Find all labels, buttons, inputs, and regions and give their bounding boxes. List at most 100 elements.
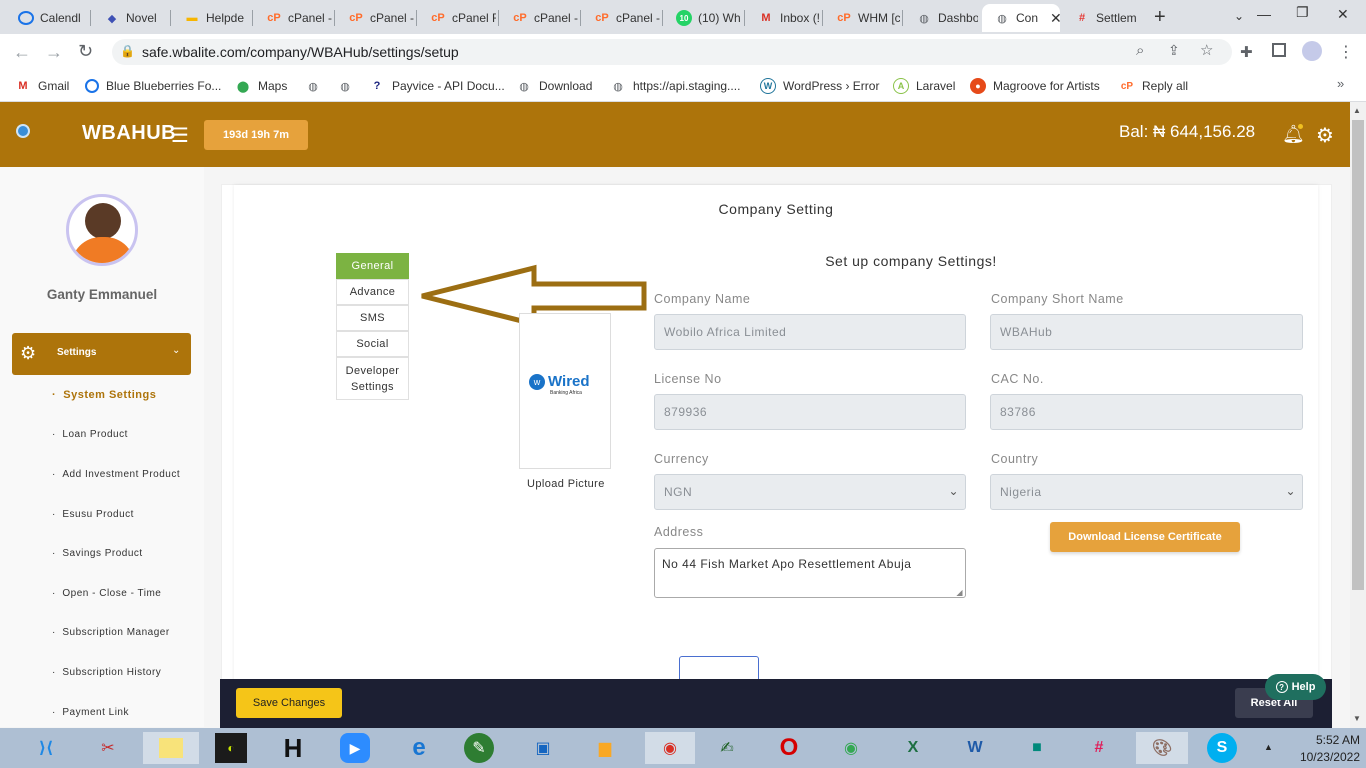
country-select[interactable]: Nigeria ⌄ [990, 474, 1303, 510]
bookmark-api-staging[interactable]: ◍ https://api.staging.... [610, 77, 740, 95]
save-changes-button[interactable]: Save Changes [236, 688, 342, 718]
sidebar-subitem-add-investment[interactable]: · Add Investment Product [52, 469, 180, 480]
minimize-button[interactable]: — [1257, 6, 1271, 22]
currency-select[interactable]: NGN ⌄ [654, 474, 966, 510]
tab-general[interactable]: General [336, 253, 409, 279]
bookmark-payvice[interactable]: ? Payvice - API Docu... [369, 77, 505, 95]
sticky-notes-icon[interactable] [143, 732, 199, 764]
browser-tab[interactable]: 10 (10) Wh [664, 4, 742, 32]
mtn-icon[interactable]: ◐ [215, 733, 247, 763]
file-explorer-icon[interactable]: ▆ [588, 732, 622, 764]
bookmark-laravel[interactable]: A Laravel [893, 77, 955, 95]
settings-gear-icon[interactable]: ⚙ [1316, 123, 1334, 148]
tab-social[interactable]: Social [336, 331, 409, 357]
browser-tab[interactable]: cP cPanel F [418, 4, 496, 32]
browser-tab[interactable]: cP cPanel - [582, 4, 660, 32]
extensions-icon[interactable]: ✚ [1240, 43, 1253, 61]
back-icon[interactable]: ← [13, 42, 31, 63]
notepad-icon[interactable]: ✍ [710, 732, 744, 764]
snipping-tool-icon[interactable]: ✂ [91, 732, 125, 764]
scroll-up-icon[interactable]: ▲ [1353, 106, 1361, 115]
scrollbar-thumb[interactable] [1352, 120, 1364, 590]
tab-sms[interactable]: SMS [336, 305, 409, 331]
vscode-icon[interactable]: ⟩⟨ [29, 732, 63, 764]
bookmark-gmail[interactable]: M Gmail [15, 77, 69, 95]
tab-advance[interactable]: Advance [336, 279, 409, 305]
close-window-button[interactable]: ✕ [1337, 6, 1349, 23]
opera-icon[interactable]: O [772, 732, 806, 764]
company-logo-preview[interactable]: w Wired Banking Africa [519, 313, 611, 469]
profile-avatar[interactable] [1302, 41, 1322, 61]
omnibox[interactable]: 🔒 safe.wbalite.com/company/WBAHub/settin… [112, 39, 1232, 65]
zoom-icon[interactable]: ▶ [340, 733, 370, 763]
page-scrollbar[interactable]: ▲ ▼ [1350, 102, 1366, 728]
word-icon[interactable]: W [958, 732, 992, 764]
chrome-icon[interactable]: ◉ [645, 732, 695, 764]
browser-tab[interactable]: Calendl [6, 4, 88, 32]
restore-button[interactable]: ❐ [1296, 4, 1309, 21]
side-panel-icon[interactable] [1272, 43, 1286, 57]
skype-icon[interactable]: S [1207, 733, 1237, 763]
browser-tab[interactable]: cP cPanel - [500, 4, 578, 32]
forward-icon[interactable]: → [45, 42, 63, 63]
short-name-input[interactable]: WBAHub [990, 314, 1303, 350]
sidebar-subitem-esusu[interactable]: · Esusu Product [52, 509, 134, 520]
tab-search-icon[interactable]: ⌄ [1234, 9, 1244, 23]
bookmark-download[interactable]: ◍ Download [516, 77, 592, 95]
new-tab-button[interactable]: + [1154, 6, 1166, 29]
bookmark-maps[interactable]: ⬤ Maps [235, 77, 288, 95]
browser-tab[interactable]: ◆ Novel [92, 4, 168, 32]
address-textarea[interactable]: No 44 Fish Market Apo Resettlement Abuja… [654, 548, 966, 598]
url-text[interactable]: safe.wbalite.com/company/WBAHub/settings… [142, 44, 459, 60]
sidebar-subitem-loan-product[interactable]: · Loan Product [52, 429, 128, 440]
cac-no-input[interactable]: 83786 [990, 394, 1303, 430]
google-meet-icon[interactable]: ■ [1020, 732, 1054, 764]
license-no-input[interactable]: 879936 [654, 394, 966, 430]
company-name-input[interactable]: Wobilo Africa Limited [654, 314, 966, 350]
bookmark-blueberries[interactable]: Blue Blueberries Fo... [85, 77, 221, 95]
share-icon[interactable]: ⇪ [1168, 42, 1180, 59]
reload-icon[interactable]: ↻ [78, 41, 93, 62]
remote-desktop-icon[interactable]: ▣ [526, 732, 560, 764]
menu-icon[interactable]: ⋮ [1338, 42, 1354, 62]
chrome-beta-icon[interactable]: ◉ [834, 732, 868, 764]
download-license-button[interactable]: Download License Certificate [1050, 522, 1240, 552]
clock-date[interactable]: 10/23/2022 [1284, 750, 1360, 764]
internet-explorer-icon[interactable]: e [402, 732, 436, 764]
browser-tab[interactable]: ▬ Helpde [172, 4, 250, 32]
scroll-down-icon[interactable]: ▼ [1353, 714, 1361, 723]
sidebar-item-settings[interactable]: ⚙ Settings ⌄ [12, 333, 191, 375]
help-button[interactable]: ? Help [1265, 674, 1326, 700]
paint-icon[interactable]: 🎨︎ [1136, 732, 1188, 764]
zoom-icon[interactable]: ⌕ [1136, 42, 1144, 59]
sidebar-subitem-payment-link[interactable]: · Payment Link [52, 707, 129, 718]
sidebar-subitem-subscription-manager[interactable]: · Subscription Manager [52, 627, 170, 638]
tab-developer-settings[interactable]: Developer Settings [336, 357, 409, 400]
bookmark-globe[interactable]: ◍ [305, 77, 328, 95]
browser-tab-active[interactable]: ◍ Con ✕ [982, 4, 1060, 32]
hamburger-menu-icon[interactable]: ☰ [171, 123, 189, 148]
excel-icon[interactable]: X [896, 732, 930, 764]
bookmark-globe[interactable]: ◍ [337, 77, 360, 95]
sidebar-subitem-open-close-time[interactable]: · Open - Close - Time [52, 588, 161, 599]
browser-tab[interactable]: # Settlem [1062, 4, 1142, 32]
pen-app-icon[interactable]: ✎ [464, 733, 494, 763]
browser-tab[interactable]: cP cPanel - [254, 4, 332, 32]
resize-handle-icon[interactable]: ◢ [956, 588, 963, 597]
bookmark-star-icon[interactable]: ☆ [1200, 41, 1213, 59]
browser-tab[interactable]: cP cPanel - [336, 4, 414, 32]
sidebar-subitem-system-settings[interactable]: · System Settings [52, 389, 156, 401]
tray-expand-icon[interactable]: ▲ [1264, 742, 1273, 752]
bookmark-magroove[interactable]: ● Magroove for Artists [970, 77, 1100, 95]
upload-picture-link[interactable]: Upload Picture [527, 478, 605, 490]
close-tab-icon[interactable]: ✕ [1050, 10, 1060, 27]
bookmark-wordpress[interactable]: W WordPress › Error [760, 77, 879, 95]
slack-icon[interactable]: # [1082, 732, 1116, 764]
more-bookmarks-icon[interactable]: » [1337, 76, 1344, 91]
browser-tab[interactable]: M Inbox (! [746, 4, 820, 32]
bookmark-reply-all[interactable]: cP Reply all [1119, 77, 1188, 95]
h-app-icon[interactable]: H [276, 732, 310, 764]
sidebar-subitem-savings[interactable]: · Savings Product [52, 548, 143, 559]
browser-tab[interactable]: ◍ Dashbo [904, 4, 978, 32]
sidebar-subitem-subscription-history[interactable]: · Subscription History [52, 667, 161, 678]
